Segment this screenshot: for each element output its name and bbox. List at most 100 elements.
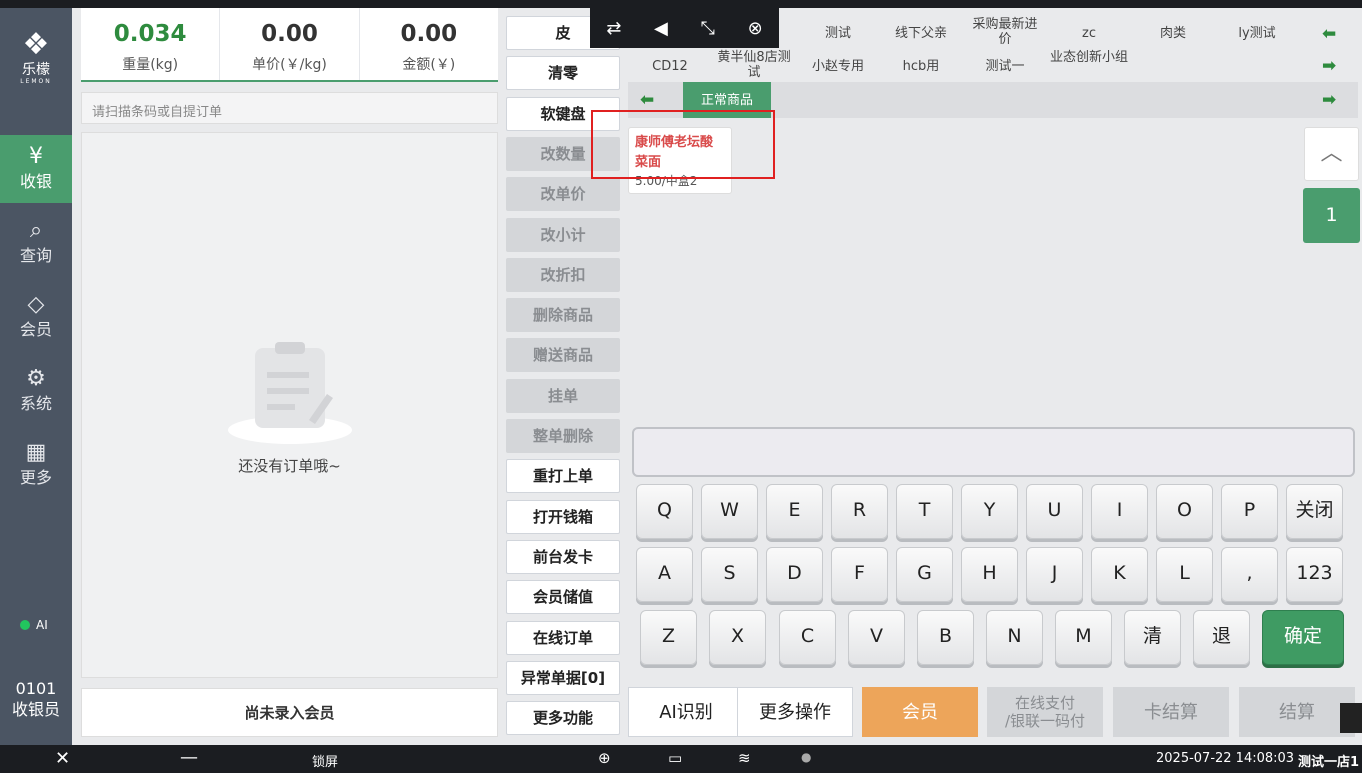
func-button: 整单删除: [506, 419, 620, 453]
key-o[interactable]: O: [1156, 484, 1213, 539]
key-i[interactable]: I: [1091, 484, 1148, 539]
category-item[interactable]: hcb用: [886, 59, 956, 74]
minimize-icon[interactable]: —: [180, 747, 198, 768]
page-up-button[interactable]: ︿: [1304, 127, 1359, 181]
key-g[interactable]: G: [896, 547, 953, 602]
globe-icon[interactable]: ⊕: [598, 749, 611, 767]
sidebar-item-system[interactable]: ⚙ 系统: [0, 357, 72, 425]
key-c[interactable]: C: [779, 610, 836, 665]
key-a[interactable]: A: [636, 547, 693, 602]
category-item[interactable]: 小赵专用: [803, 59, 873, 74]
category-item[interactable]: 线下父亲: [886, 26, 956, 41]
func-button: 挂单: [506, 378, 620, 413]
key-close[interactable]: 关闭: [1286, 484, 1343, 539]
sidebar-item-label: 收银: [19, 172, 52, 191]
key-j[interactable]: J: [1026, 547, 1083, 602]
key-numeric[interactable]: 123: [1286, 547, 1343, 602]
key-x[interactable]: X: [709, 610, 766, 665]
key-y[interactable]: Y: [961, 484, 1018, 539]
func-button[interactable]: 在线订单: [506, 620, 620, 655]
func-button[interactable]: 异常单据[0]: [506, 660, 620, 695]
key-u[interactable]: U: [1026, 484, 1083, 539]
close-circle-icon[interactable]: ⊗: [748, 18, 763, 39]
category-prev-icon[interactable]: ⬅: [1322, 24, 1336, 44]
close-icon[interactable]: ✕: [55, 748, 70, 769]
extension-icon[interactable]: [1340, 703, 1362, 733]
operator-role: 收银员: [11, 700, 60, 719]
key-d[interactable]: D: [766, 547, 823, 602]
ai-status: AI: [20, 618, 48, 632]
key-h[interactable]: H: [961, 547, 1018, 602]
key-n[interactable]: N: [986, 610, 1043, 665]
monitor-icon[interactable]: ▭: [668, 749, 682, 767]
amount-label: 金额(￥): [402, 57, 456, 73]
store-name: 测试一店1: [1298, 755, 1360, 770]
func-button[interactable]: 更多功能: [506, 701, 620, 736]
highlight-box: [591, 110, 775, 179]
bottom-button-0[interactable]: AI识别: [628, 687, 744, 737]
status-dot-icon: [20, 620, 30, 630]
sidebar-item-label: 更多: [19, 468, 52, 487]
category-item[interactable]: ly测试: [1222, 26, 1292, 41]
key-p[interactable]: P: [1221, 484, 1278, 539]
key-v[interactable]: V: [848, 610, 905, 665]
key-z[interactable]: Z: [640, 610, 697, 665]
member-bar[interactable]: 尚未录入会员: [81, 688, 498, 737]
wifi-icon[interactable]: ≋: [738, 749, 751, 767]
key-e[interactable]: E: [766, 484, 823, 539]
sidebar-item-more[interactable]: ▦ 更多: [0, 431, 72, 499]
logo-mark: ❖: [22, 27, 50, 62]
grid-icon: ▦: [25, 440, 47, 465]
key-comma[interactable]: ,: [1221, 547, 1278, 602]
barcode-input[interactable]: 请扫描条码或自提订单: [81, 92, 498, 124]
category-next-icon[interactable]: ➡: [1322, 56, 1336, 76]
logo-name-en: LEMON: [20, 78, 52, 85]
sidebar-item-cashier[interactable]: ¥ 收银: [0, 135, 72, 203]
key-s[interactable]: S: [701, 547, 758, 602]
sidebar-item-member[interactable]: ◇ 会员: [0, 283, 72, 351]
func-button[interactable]: 清零: [506, 56, 620, 91]
category-item[interactable]: 黄半仙8店测试: [714, 50, 794, 80]
category-item[interactable]: 测试一: [970, 59, 1040, 74]
category-item[interactable]: 测试: [803, 26, 873, 41]
weight-cell: 0.034 重量(kg): [81, 8, 221, 80]
bottom-button-1[interactable]: 更多操作: [737, 687, 853, 737]
subcategory-prev-icon[interactable]: ⬅: [640, 90, 654, 110]
subcategory-next-icon[interactable]: ➡: [1322, 90, 1336, 110]
swap-icon[interactable]: ⇄: [606, 18, 621, 39]
bottom-button-2[interactable]: 会员: [862, 687, 978, 737]
key-clear[interactable]: 清: [1124, 610, 1181, 665]
category-item[interactable]: CD12: [635, 59, 705, 74]
key-backspace[interactable]: 退: [1193, 610, 1250, 665]
lock-screen-button[interactable]: 锁屏: [312, 751, 338, 770]
confirm-key[interactable]: 确定: [1262, 610, 1344, 665]
page-number[interactable]: 1: [1303, 188, 1360, 243]
key-l[interactable]: L: [1156, 547, 1213, 602]
key-w[interactable]: W: [701, 484, 758, 539]
func-button[interactable]: 重打上单: [506, 459, 620, 494]
key-r[interactable]: R: [831, 484, 888, 539]
category-item[interactable]: zc: [1054, 26, 1124, 41]
play-icon[interactable]: ◀: [654, 18, 668, 39]
key-t[interactable]: T: [896, 484, 953, 539]
keyboard-display[interactable]: [632, 427, 1355, 477]
func-button[interactable]: 会员储值: [506, 580, 620, 615]
func-button[interactable]: 打开钱箱: [506, 499, 620, 534]
key-m[interactable]: M: [1055, 610, 1112, 665]
sidebar-item-query[interactable]: ⌕ 查询: [0, 209, 72, 277]
unit-price-value: 0.00: [261, 21, 318, 47]
func-button[interactable]: 前台发卡: [506, 539, 620, 574]
key-b[interactable]: B: [917, 610, 974, 665]
category-item[interactable]: 肉类: [1138, 26, 1208, 41]
operator-id: 0101: [15, 679, 57, 698]
unit-price-label: 单价(￥/kg): [252, 57, 327, 73]
lemon-logo: ❖ 乐檬 LEMON: [0, 27, 72, 86]
key-f[interactable]: F: [831, 547, 888, 602]
key-q[interactable]: Q: [636, 484, 693, 539]
clipboard-icon: [228, 342, 352, 444]
category-item[interactable]: 采购最新进价: [970, 17, 1040, 47]
resize-icon[interactable]: ⤡: [701, 18, 715, 39]
func-button: 改单价: [506, 177, 620, 212]
category-item[interactable]: 业态创新小组: [1049, 50, 1129, 65]
key-k[interactable]: K: [1091, 547, 1148, 602]
